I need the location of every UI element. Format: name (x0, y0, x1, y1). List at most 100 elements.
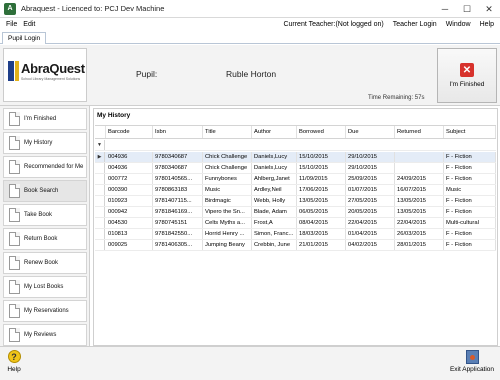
cell-barcode: 000942 (106, 207, 153, 217)
current-row-indicator-icon[interactable]: ▶ (95, 152, 105, 162)
cell-borrowed: 18/03/2015 (297, 229, 346, 239)
cell-title: Jumping Beany (203, 240, 252, 250)
menu-file[interactable]: File (6, 21, 17, 28)
column-header-isbn[interactable]: Isbn (153, 126, 203, 138)
cell-due: 29/10/2015 (346, 152, 395, 162)
logo-mark-blue (8, 61, 14, 81)
cell-due: 22/04/2015 (346, 218, 395, 228)
cell-isbn: 9781846169... (153, 207, 203, 217)
menu-help[interactable]: Help (480, 21, 494, 28)
row-selector[interactable] (95, 185, 105, 195)
sidebar-item-label: Recommended for Me (24, 164, 84, 170)
table-row[interactable]: 000772 9780140565... Funnybones Ahlberg,Jan… (95, 174, 496, 185)
row-selector[interactable] (95, 218, 105, 228)
document-icon (9, 256, 20, 270)
sidebar-item-recommended[interactable]: Recommended for Me (3, 156, 87, 178)
filter-row[interactable]: ▼ (95, 140, 496, 151)
sidebar: I'm Finished My History Recommended for … (0, 106, 90, 346)
cell-due: 27/05/2015 (346, 196, 395, 206)
sidebar-item-take-book[interactable]: Take Book (3, 204, 87, 226)
sidebar-item-label: My Lost Books (24, 284, 64, 290)
exit-application-button[interactable]: Exit Application (448, 350, 496, 378)
cell-due: 01/04/2015 (346, 229, 395, 239)
table-row[interactable]: 010813 9781842550... Horrid Henry ... Simon… (95, 229, 496, 240)
column-header-title[interactable]: Title (203, 126, 252, 138)
sidebar-item-my-lost-books[interactable]: My Lost Books (3, 276, 87, 298)
row-header-corner (95, 126, 106, 138)
cell-barcode: 010923 (106, 196, 153, 206)
cell-author: Daniels,Lucy (252, 163, 297, 173)
cell-borrowed: 17/06/2015 (297, 185, 346, 195)
history-grid: Barcode Isbn Title Author Borrowed Due R… (95, 125, 496, 345)
tab-pupil-login[interactable]: Pupil Login (2, 32, 47, 44)
cell-due: 01/07/2015 (346, 185, 395, 195)
sidebar-item-my-history[interactable]: My History (3, 132, 87, 154)
maximize-button[interactable]: ☐ (456, 0, 478, 18)
cell-due: 25/09/2015 (346, 174, 395, 184)
sidebar-item-my-reservations[interactable]: My Reservations (3, 300, 87, 322)
column-header-borrowed[interactable]: Borrowed (297, 126, 346, 138)
document-icon (9, 232, 20, 246)
menu-teacher-login[interactable]: Teacher Login (393, 21, 437, 28)
cell-subject: F - Fiction (444, 174, 496, 184)
cell-returned: 13/05/2015 (395, 196, 444, 206)
cell-author: Blade, Adam (252, 207, 297, 217)
row-selector[interactable] (95, 229, 105, 239)
table-row[interactable]: 004936 9780340687 Chick Challenge Daniels,L… (95, 163, 496, 174)
column-header-due[interactable]: Due (346, 126, 395, 138)
row-selector[interactable] (95, 174, 105, 184)
close-button[interactable]: ✕ (478, 0, 500, 18)
cell-barcode: 000772 (106, 174, 153, 184)
sidebar-item-renew-book[interactable]: Renew Book (3, 252, 87, 274)
column-header-author[interactable]: Author (252, 126, 297, 138)
table-row[interactable]: 000942 9781846169... Vipero the Sn... Blade… (95, 207, 496, 218)
cell-subject: Multi-cultural (444, 218, 496, 228)
cell-barcode: 004530 (106, 218, 153, 228)
title-bar: A Abraquest - Licenced to: PCJ Dev Machi… (0, 0, 500, 18)
cell-author: Daniels,Lucy (252, 152, 297, 162)
sidebar-item-label: My History (24, 140, 53, 146)
cell-subject: Music (444, 185, 496, 195)
im-finished-label: I'm Finished (449, 81, 485, 88)
cell-title: Chick Challenge (203, 163, 252, 173)
exit-door-icon (465, 350, 479, 364)
help-button[interactable]: ? Help (3, 350, 25, 378)
cell-returned: 16/07/2015 (395, 185, 444, 195)
document-icon (9, 280, 20, 294)
sidebar-item-label: I'm Finished (24, 116, 57, 122)
footer-bar: ? Help Exit Application (0, 346, 500, 380)
im-finished-button[interactable]: ✕ I'm Finished (437, 48, 497, 103)
menu-window[interactable]: Window (446, 21, 471, 28)
sidebar-item-im-finished[interactable]: I'm Finished (3, 108, 87, 130)
column-header-subject[interactable]: Subject (444, 126, 496, 138)
table-row[interactable]: 009025 9781406305... Jumping Beany Crebbin,… (95, 240, 496, 251)
section-title: My History (97, 112, 131, 119)
cell-due: 04/02/2015 (346, 240, 395, 250)
sidebar-item-return-book[interactable]: Return Book (3, 228, 87, 250)
sidebar-item-label: Take Book (24, 212, 53, 218)
row-selector[interactable] (95, 207, 105, 217)
exit-label: Exit Application (449, 366, 495, 373)
cell-borrowed: 21/01/2015 (297, 240, 346, 250)
cell-isbn: 9780140565... (153, 174, 203, 184)
sidebar-item-book-search[interactable]: Book Search (3, 180, 87, 202)
column-header-returned[interactable]: Returned (395, 126, 444, 138)
table-row[interactable]: 004530 9780745151 Celts Myths a... Frost,A 0… (95, 218, 496, 229)
column-header-barcode[interactable]: Barcode (106, 126, 153, 138)
cell-returned: 22/04/2015 (395, 218, 444, 228)
cell-title: Funnybones (203, 174, 252, 184)
table-row[interactable]: ▶ 004936 9780340687 Chick Challenge Daniels,… (95, 152, 496, 163)
row-selector[interactable] (95, 196, 105, 206)
cell-barcode: 010813 (106, 229, 153, 239)
table-row[interactable]: 000390 9780863183 Music Ardley,Neil 17/06/20… (95, 185, 496, 196)
row-selector[interactable] (95, 240, 105, 250)
logo-text: AbraQuest (21, 61, 85, 76)
cell-returned (395, 152, 444, 162)
cell-author: Simon, Franc... (252, 229, 297, 239)
sidebar-item-my-reviews[interactable]: My Reviews (3, 324, 87, 346)
minimize-button[interactable]: ─ (434, 0, 456, 18)
row-selector[interactable] (95, 163, 105, 173)
table-row[interactable]: 010923 9781407115... Birdmagic Webb, Holly 1… (95, 196, 496, 207)
cell-barcode: 009025 (106, 240, 153, 250)
menu-edit[interactable]: Edit (23, 21, 35, 28)
